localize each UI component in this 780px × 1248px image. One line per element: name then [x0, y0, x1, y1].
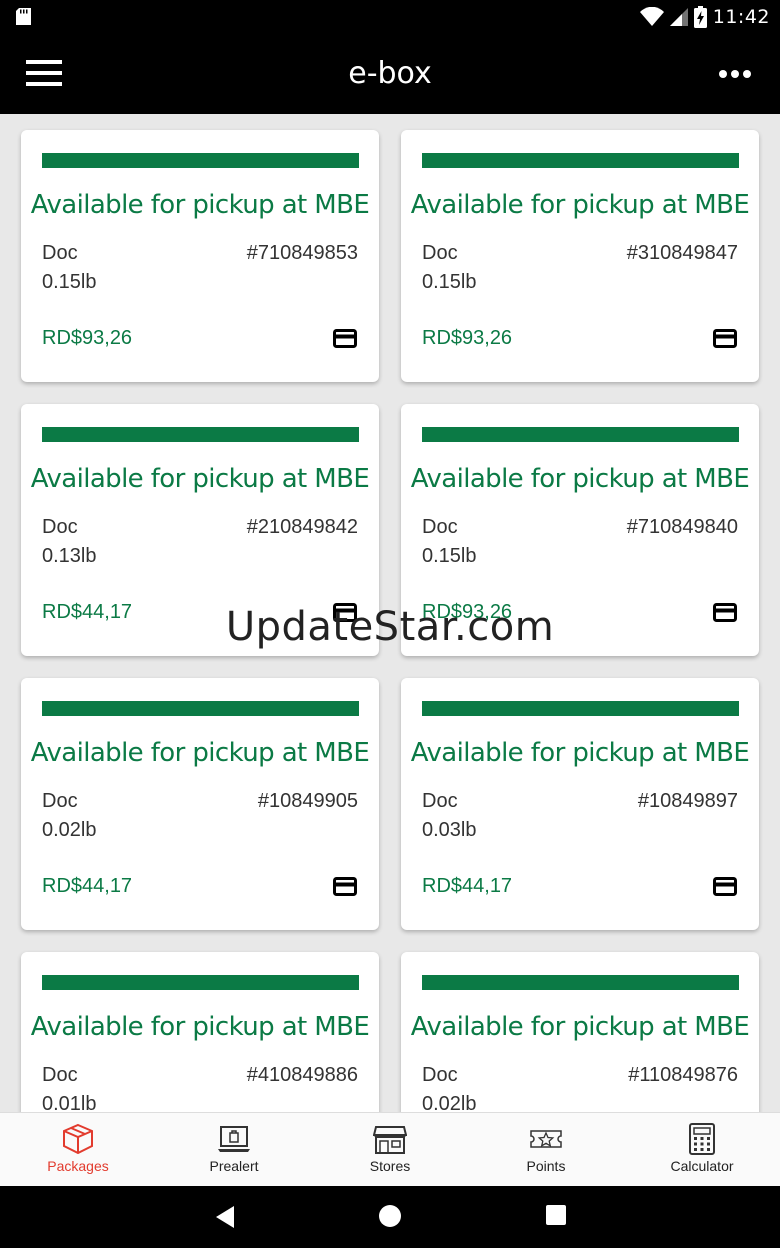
- package-card[interactable]: Available for pickup at MBE Doc #7108498…: [21, 130, 379, 382]
- page-title: e-box: [348, 56, 432, 91]
- home-icon[interactable]: [379, 1205, 401, 1227]
- status-bar-indicator: [42, 701, 359, 716]
- package-type: Doc: [422, 1064, 458, 1086]
- package-type: Doc: [422, 516, 458, 538]
- package-status: Available for pickup at MBE: [30, 464, 370, 494]
- battery-charging-icon: [693, 6, 707, 28]
- package-status: Available for pickup at MBE: [410, 738, 750, 768]
- package-price: RD$93,26: [422, 327, 513, 349]
- wifi-icon: [639, 7, 664, 26]
- package-status: Available for pickup at MBE: [410, 1012, 750, 1042]
- nav-item-packages[interactable]: Packages: [0, 1113, 156, 1186]
- package-weight: 0.13lb: [42, 545, 97, 567]
- sd-card-icon: [16, 8, 31, 25]
- credit-card-icon[interactable]: [713, 877, 737, 896]
- status-bar-indicator: [422, 153, 739, 168]
- status-bar-indicator: [422, 427, 739, 442]
- ticket-star-icon: [530, 1130, 562, 1148]
- nav-label: Calculator: [670, 1158, 734, 1174]
- package-weight: 0.15lb: [42, 271, 97, 293]
- package-weight: 0.02lb: [422, 1093, 477, 1112]
- nav-item-calculator[interactable]: Calculator: [624, 1113, 780, 1186]
- package-type: Doc: [422, 242, 458, 264]
- package-number: #310849847: [626, 242, 738, 264]
- package-status: Available for pickup at MBE: [30, 1012, 370, 1042]
- package-type: Doc: [422, 790, 458, 812]
- package-card[interactable]: Available for pickup at MBE Doc #1084990…: [21, 678, 379, 930]
- calculator-icon: [689, 1123, 715, 1155]
- package-card[interactable]: Available for pickup at MBE Doc #1108498…: [401, 952, 759, 1112]
- package-card[interactable]: Available for pickup at MBE Doc #3108498…: [401, 130, 759, 382]
- package-weight: 0.15lb: [422, 271, 477, 293]
- package-weight: 0.15lb: [422, 545, 477, 567]
- package-weight: 0.03lb: [422, 819, 477, 841]
- package-card[interactable]: Available for pickup at MBE Doc #4108498…: [21, 952, 379, 1112]
- package-number: #10849897: [637, 790, 738, 812]
- nav-item-points[interactable]: Points: [468, 1113, 624, 1186]
- store-icon: [373, 1126, 407, 1154]
- package-weight: 0.01lb: [42, 1093, 97, 1112]
- credit-card-icon[interactable]: [333, 329, 357, 348]
- nav-label: Packages: [47, 1158, 109, 1174]
- recents-icon[interactable]: [546, 1205, 566, 1225]
- package-number: #210849842: [246, 516, 358, 538]
- watermark: UpdateStar.com: [225, 604, 555, 650]
- credit-card-icon[interactable]: [713, 329, 737, 348]
- credit-card-icon[interactable]: [333, 877, 357, 896]
- package-number: #10849905: [257, 790, 358, 812]
- package-price: RD$93,26: [42, 327, 133, 349]
- nav-item-stores[interactable]: Stores: [312, 1113, 468, 1186]
- status-bar-indicator: [42, 153, 359, 168]
- package-card[interactable]: Available for pickup at MBE Doc #1084989…: [401, 678, 759, 930]
- package-type: Doc: [42, 790, 78, 812]
- package-status: Available for pickup at MBE: [410, 464, 750, 494]
- package-type: Doc: [42, 516, 78, 538]
- package-weight: 0.02lb: [42, 819, 97, 841]
- nav-item-prealert[interactable]: Prealert: [156, 1113, 312, 1186]
- more-options-icon[interactable]: [718, 64, 752, 84]
- laptop-bag-icon: [218, 1126, 250, 1152]
- status-bar: 11:42: [0, 0, 780, 34]
- package-icon: [63, 1123, 93, 1155]
- package-number: #710849853: [246, 242, 358, 264]
- package-price: RD$44,17: [422, 875, 513, 897]
- package-status: Available for pickup at MBE: [410, 190, 750, 220]
- app-bar: e-box: [0, 34, 780, 114]
- bottom-navigation: Packages Prealert Stores Points Calculat…: [0, 1112, 780, 1186]
- status-bar-indicator: [42, 427, 359, 442]
- status-bar-indicator: [422, 701, 739, 716]
- package-status: Available for pickup at MBE: [30, 738, 370, 768]
- package-number: #110849876: [628, 1064, 738, 1086]
- package-type: Doc: [42, 1064, 78, 1086]
- package-number: #710849840: [626, 516, 738, 538]
- nav-label: Prealert: [209, 1158, 259, 1174]
- package-status: Available for pickup at MBE: [30, 190, 370, 220]
- status-bar-indicator: [42, 975, 359, 990]
- nav-label: Stores: [369, 1158, 411, 1174]
- cell-signal-icon: [669, 8, 688, 26]
- package-type: Doc: [42, 242, 78, 264]
- package-number: #410849886: [246, 1064, 358, 1086]
- status-bar-indicator: [422, 975, 739, 990]
- clock: 11:42: [712, 6, 770, 28]
- package-price: RD$44,17: [42, 875, 133, 897]
- back-icon[interactable]: [214, 1205, 236, 1229]
- system-navigation-bar: [0, 1186, 780, 1248]
- nav-label: Points: [526, 1158, 566, 1174]
